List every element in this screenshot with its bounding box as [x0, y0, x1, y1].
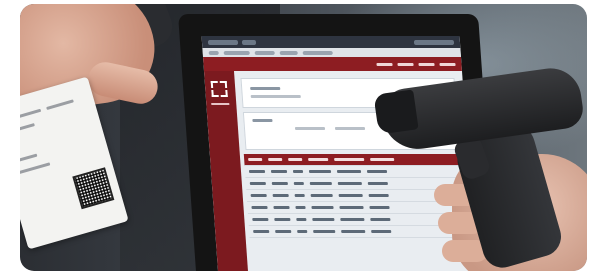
table-header-row [243, 154, 465, 166]
photo-frame [20, 4, 587, 271]
table-row [245, 178, 467, 190]
table-row [247, 202, 468, 214]
scanner-head [373, 89, 419, 135]
browser-tab-bar [201, 36, 461, 48]
table-row [247, 214, 469, 226]
table-row [244, 166, 466, 178]
table-row [248, 226, 470, 238]
laptop-screen [201, 36, 477, 271]
app-header-bar [203, 57, 462, 71]
browser-address-bar [202, 48, 462, 57]
scan-icon [210, 81, 228, 97]
qr-code-icon [72, 167, 115, 210]
boarding-pass [20, 76, 129, 250]
